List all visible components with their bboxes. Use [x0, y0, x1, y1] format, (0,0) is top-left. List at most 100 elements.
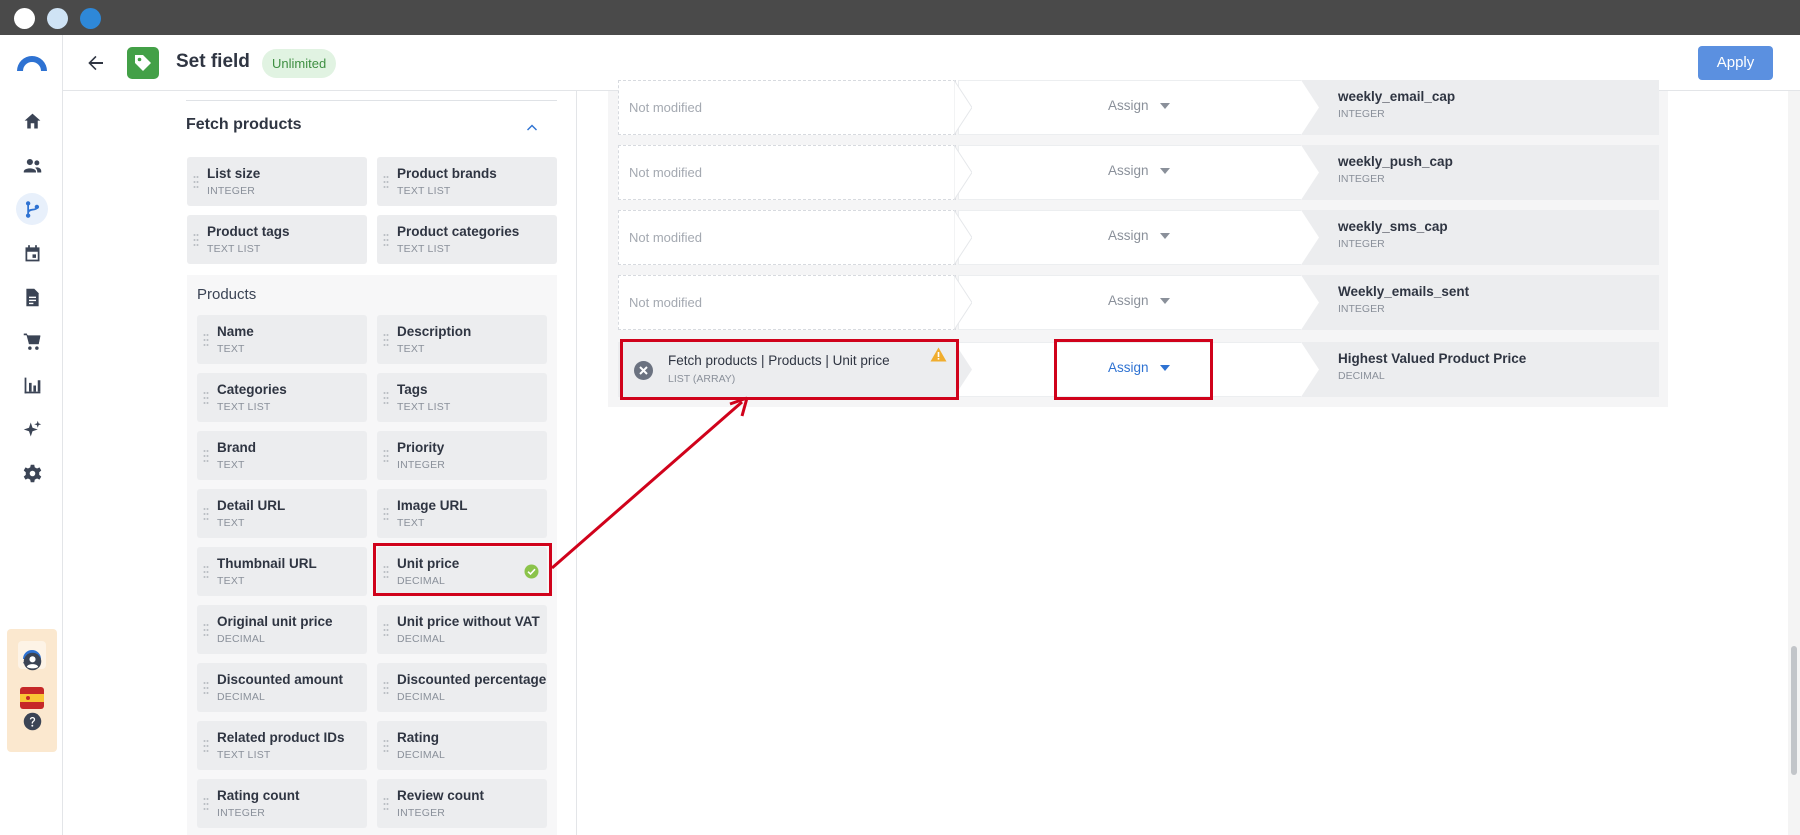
drag-handle-icon[interactable]	[383, 333, 389, 347]
analytics-icon[interactable]	[16, 369, 48, 401]
data-field-card[interactable]: Product brands TEXT LIST	[377, 157, 557, 206]
chevron-down-icon[interactable]	[1160, 168, 1170, 174]
data-field-card[interactable]: Image URL TEXT	[377, 489, 547, 538]
data-field-card[interactable]: Description TEXT	[377, 315, 547, 364]
calendar-icon[interactable]	[16, 237, 48, 269]
apply-button[interactable]: Apply	[1698, 46, 1773, 80]
data-field-card[interactable]: Brand TEXT	[197, 431, 367, 480]
data-field-card[interactable]: Thumbnail URL TEXT	[197, 547, 367, 596]
data-field-card[interactable]: Tags TEXT LIST	[377, 373, 547, 422]
drag-handle-icon[interactable]	[203, 797, 209, 811]
chevron-up-icon[interactable]	[524, 119, 540, 135]
warning-icon[interactable]	[930, 347, 947, 362]
field-name: Product tags	[207, 224, 290, 239]
flow-chevron-icon	[954, 342, 972, 397]
data-field-card[interactable]: Related product IDs TEXT LIST	[197, 721, 367, 770]
data-field-card[interactable]: Discounted amount DECIMAL	[197, 663, 367, 712]
remove-source-icon[interactable]	[634, 361, 653, 380]
source-placeholder: Not modified	[629, 230, 702, 245]
data-field-card[interactable]: Rating count INTEGER	[197, 779, 367, 828]
operation-select[interactable]: Assign	[1108, 163, 1149, 178]
drag-handle-icon[interactable]	[203, 333, 209, 347]
drag-handle-icon[interactable]	[203, 739, 209, 753]
chevron-down-icon[interactable]	[1160, 103, 1170, 109]
data-field-card[interactable]: Discounted percentage DECIMAL	[377, 663, 547, 712]
drag-handle-icon[interactable]	[203, 391, 209, 405]
field-name: Description	[397, 324, 472, 339]
section-divider	[186, 100, 557, 101]
page-title: Set field	[176, 51, 250, 72]
drag-handle-icon[interactable]	[203, 681, 209, 695]
window-maximize-dot[interactable]	[80, 8, 101, 29]
operation-select[interactable]: Assign	[1108, 98, 1149, 113]
drag-handle-icon[interactable]	[383, 565, 389, 579]
settings-icon[interactable]	[16, 457, 48, 489]
chevron-down-icon[interactable]	[1160, 298, 1170, 304]
people-icon[interactable]	[16, 149, 48, 181]
field-type: TEXT LIST	[217, 401, 271, 413]
data-field-card[interactable]: Rating DECIMAL	[377, 721, 547, 770]
source-field-type: LIST (ARRAY)	[668, 373, 736, 385]
drag-handle-icon[interactable]	[383, 739, 389, 753]
drag-handle-icon[interactable]	[383, 623, 389, 637]
scrollbar-thumb[interactable]	[1791, 646, 1797, 775]
flow-chevron-icon	[1301, 210, 1319, 265]
field-type: DECIMAL	[217, 691, 266, 703]
data-field-card[interactable]: Detail URL TEXT	[197, 489, 367, 538]
account-icon[interactable]	[16, 645, 48, 677]
help-icon[interactable]	[16, 705, 48, 737]
window-titlebar	[0, 0, 1800, 35]
drag-handle-icon[interactable]	[203, 449, 209, 463]
drag-handle-icon[interactable]	[203, 565, 209, 579]
drag-handle-icon[interactable]	[383, 797, 389, 811]
data-field-card[interactable]: List size INTEGER	[187, 157, 367, 206]
drag-handle-icon[interactable]	[383, 391, 389, 405]
target-field-type: INTEGER	[1338, 108, 1385, 120]
field-type: DECIMAL	[397, 633, 446, 645]
field-type: TEXT	[397, 343, 425, 355]
field-name: Detail URL	[217, 498, 286, 513]
drag-handle-icon[interactable]	[383, 681, 389, 695]
chevron-down-icon[interactable]	[1160, 365, 1170, 371]
mapping-row-active: Fetch products | Products | Unit price L…	[618, 342, 1659, 397]
drag-handle-icon[interactable]	[193, 175, 199, 189]
operation-select[interactable]: Assign	[1108, 228, 1149, 243]
window-close-dot[interactable]	[14, 8, 35, 29]
drag-handle-icon[interactable]	[203, 623, 209, 637]
home-icon[interactable]	[16, 105, 48, 137]
source-placeholder: Not modified	[629, 165, 702, 180]
data-field-card[interactable]: Categories TEXT LIST	[197, 373, 367, 422]
document-icon[interactable]	[16, 281, 48, 313]
sparkle-icon[interactable]	[16, 413, 48, 445]
drag-handle-icon[interactable]	[383, 507, 389, 521]
back-arrow-icon[interactable]	[83, 50, 109, 76]
journey-icon[interactable]	[16, 193, 48, 225]
data-field-card[interactable]: Original unit price DECIMAL	[197, 605, 367, 654]
operation-select[interactable]: Assign	[1108, 293, 1149, 308]
chevron-down-icon[interactable]	[1160, 233, 1170, 239]
source-drop-slot[interactable]: Not modified	[618, 275, 956, 330]
drag-handle-icon[interactable]	[193, 233, 199, 247]
drag-handle-icon[interactable]	[383, 449, 389, 463]
source-drop-slot[interactable]: Not modified	[618, 80, 956, 135]
data-field-card[interactable]: Product tags TEXT LIST	[187, 215, 367, 264]
source-drop-slot[interactable]: Not modified	[618, 145, 956, 200]
data-field-card[interactable]: Unit price DECIMAL	[377, 547, 547, 596]
window-minimize-dot[interactable]	[47, 8, 68, 29]
field-type: TEXT	[217, 459, 245, 471]
drag-handle-icon[interactable]	[383, 233, 389, 247]
drag-handle-icon[interactable]	[383, 175, 389, 189]
source-drop-slot[interactable]: Not modified	[618, 210, 956, 265]
operation-select[interactable]: Assign	[1108, 360, 1149, 375]
cart-icon[interactable]	[16, 325, 48, 357]
data-field-card[interactable]: Name TEXT	[197, 315, 367, 364]
data-field-card[interactable]: Unit price without VAT DECIMAL	[377, 605, 547, 654]
data-field-card[interactable]: Product categories TEXT LIST	[377, 215, 557, 264]
source-field-slot[interactable]: Fetch products | Products | Unit price L…	[618, 342, 956, 397]
source-placeholder: Not modified	[629, 295, 702, 310]
field-name: List size	[207, 166, 261, 181]
data-field-card[interactable]: Priority INTEGER	[377, 431, 547, 480]
drag-handle-icon[interactable]	[203, 507, 209, 521]
data-field-card[interactable]: Review count INTEGER	[377, 779, 547, 828]
field-name: Unit price	[397, 556, 460, 571]
